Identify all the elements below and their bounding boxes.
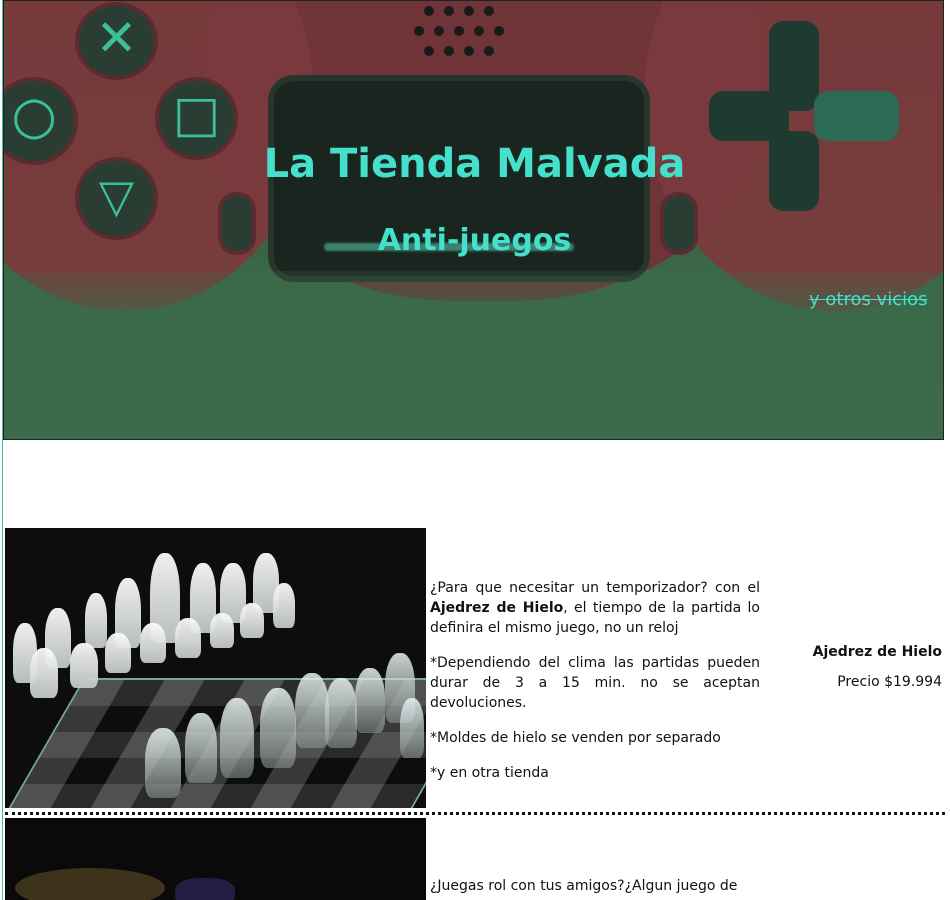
speaker-hole-icon	[474, 26, 484, 36]
chess-piece-icon	[325, 678, 357, 748]
product-image[interactable]	[5, 818, 426, 900]
product-divider	[5, 812, 945, 815]
circle-glyph-icon: ○	[11, 86, 57, 146]
site-subtitle: Anti-juegos	[377, 223, 572, 258]
site-title: La Tienda Malvada	[263, 141, 686, 187]
description-note: *y en otra tienda	[430, 765, 549, 781]
product-description: ¿Para que necesitar un temporizador? con…	[430, 578, 760, 798]
chess-piece-icon	[295, 673, 329, 748]
product-card: ¿Juegas rol con tus amigos?¿Algun juego …	[5, 818, 945, 900]
product-price: Precio $19.994	[837, 674, 942, 690]
product-info: Ajedrez de Hielo Precio $19.994	[813, 644, 942, 690]
speaker-hole-icon	[444, 6, 454, 16]
product-name-inline: Ajedrez de Hielo	[430, 600, 564, 616]
description-paragraph: ¿Juegas rol con tus amigos?¿Algun juego …	[430, 878, 738, 894]
speaker-hole-icon	[484, 46, 494, 56]
speaker-hole-icon	[424, 6, 434, 16]
dpad-left-icon	[709, 91, 789, 141]
product-description: ¿Juegas rol con tus amigos?¿Algun juego …	[430, 876, 760, 900]
chess-piece-icon	[145, 728, 181, 798]
description-note: *Moldes de hielo se venden por separado	[430, 730, 721, 746]
square-glyph-icon: □	[172, 85, 221, 143]
chess-piece-icon	[70, 643, 98, 688]
chess-piece-icon	[355, 668, 385, 733]
chess-piece-icon	[260, 688, 296, 768]
chess-piece-icon	[85, 593, 107, 648]
speaker-hole-icon	[484, 6, 494, 16]
chess-piece-icon	[240, 603, 264, 638]
description-note: *Dependiendo del clima las partidas pued…	[430, 655, 760, 711]
speaker-hole-icon	[414, 26, 424, 36]
chess-piece-icon	[185, 713, 217, 783]
hero-banner: ✕ ○ □ ▽ La Tienda Malvada Anti-juegos y …	[3, 0, 944, 440]
product-image[interactable]	[5, 528, 426, 808]
chess-piece-icon	[140, 623, 166, 663]
dice-icon	[15, 868, 165, 900]
chess-piece-icon	[273, 583, 295, 628]
hero-overlay	[4, 271, 943, 439]
speaker-hole-icon	[464, 6, 474, 16]
chess-piece-icon	[220, 698, 254, 778]
site-tagline: y otros vicios	[809, 289, 928, 310]
speaker-hole-icon	[434, 26, 444, 36]
speaker-hole-icon	[424, 46, 434, 56]
chess-piece-icon	[400, 698, 424, 758]
chess-piece-icon	[105, 633, 131, 673]
dpad-right-icon	[814, 91, 899, 141]
speaker-hole-icon	[444, 46, 454, 56]
chess-piece-icon	[175, 618, 201, 658]
cross-glyph-icon: ✕	[95, 9, 138, 67]
chess-piece-icon	[30, 648, 58, 698]
speaker-hole-icon	[454, 26, 464, 36]
chess-piece-icon	[210, 613, 234, 648]
speaker-hole-icon	[464, 46, 474, 56]
product-card: ¿Para que necesitar un temporizador? con…	[5, 528, 945, 808]
product-name[interactable]: Ajedrez de Hielo	[813, 644, 942, 660]
description-paragraph: ¿Para que necesitar un temporizador? con…	[430, 580, 760, 636]
speaker-hole-icon	[494, 26, 504, 36]
